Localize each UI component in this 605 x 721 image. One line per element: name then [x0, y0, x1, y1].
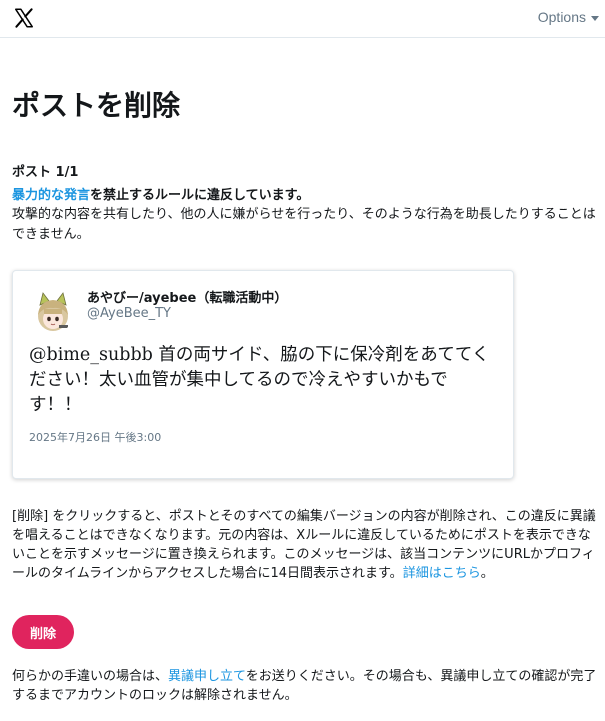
delete-button[interactable]: 削除 — [12, 615, 74, 649]
tweet-date[interactable]: 2025年7月26日 午後3:00 — [29, 429, 161, 445]
delete-description-period: 。 — [480, 566, 494, 581]
page-title: ポストを削除 — [12, 89, 181, 122]
appeal-note: 何らかの手違いの場合は、異議申し立てをお送りください。その場合も、異議申し立ての… — [12, 667, 602, 705]
caret-down-icon — [591, 15, 599, 21]
delete-description-text: [削除] をクリックすると、ポストとそのすべての編集バージョンの内容が削除され、… — [12, 509, 596, 581]
options-label[interactable]: Options — [538, 9, 586, 25]
avatar-image — [31, 289, 75, 333]
delete-description: [削除] をクリックすると、ポストとそのすべての編集バージョンの内容が削除され、… — [12, 507, 602, 583]
tweet-author-name[interactable]: あやびー/ayebee（転職活動中） — [87, 287, 287, 306]
appeal-note-before: 何らかの手違いの場合は、 — [12, 669, 169, 684]
violation-rule-link[interactable]: 暴力的な発言 — [12, 188, 90, 203]
violation-rule: 暴力的な発言を禁止するルールに違反しています。 — [12, 184, 309, 203]
avatar[interactable] — [31, 289, 75, 333]
tweet-card[interactable]: あやびー/ayebee（転職活動中） @AyeBee_TY @bime_subb… — [12, 270, 514, 479]
top-bar: Options — [0, 0, 605, 38]
appeal-link[interactable]: 異議申し立て — [168, 669, 246, 684]
post-count: ポスト 1/1 — [12, 165, 79, 180]
violation-rule-text: を禁止するルールに違反しています。 — [90, 188, 310, 203]
learn-more-link[interactable]: 詳細はこちら — [403, 566, 481, 581]
x-logo-icon[interactable] — [13, 7, 35, 29]
tweet-text: @bime_subbb 首の両サイド、脇の下に保冷剤をあててください！太い血管が… — [29, 345, 490, 415]
violation-description: 攻撃的な内容を共有したり、他の人に嫌がらせを行ったり、そのような行為を助長したり… — [12, 207, 596, 242]
tweet-author-handle[interactable]: @AyeBee_TY — [87, 306, 171, 321]
options-menu[interactable]: Options — [538, 9, 599, 25]
